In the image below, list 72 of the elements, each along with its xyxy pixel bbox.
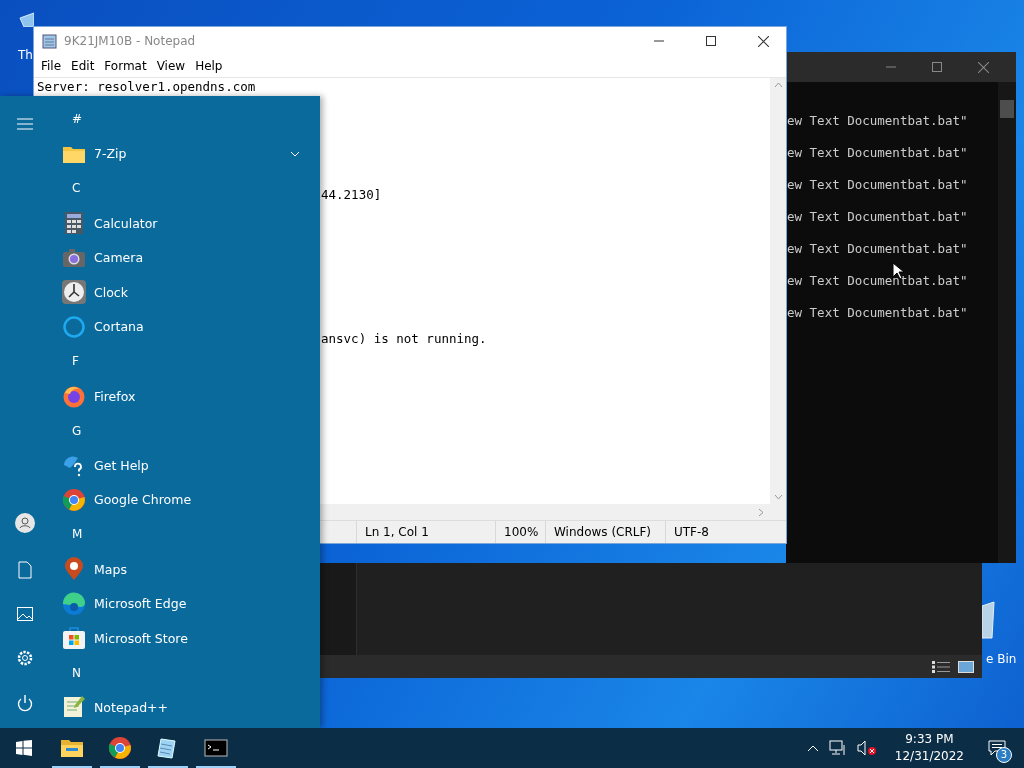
terminal-icon: [204, 736, 228, 760]
menu-item[interactable]: Format: [99, 57, 152, 75]
group-letter[interactable]: N: [72, 665, 81, 680]
console-line: ew Text Documentbat.bat": [787, 273, 968, 289]
app-list-item[interactable]: Cortana: [62, 309, 304, 345]
large-icons-view-icon[interactable]: [958, 660, 974, 673]
app-list-item[interactable]: Maps: [62, 551, 304, 587]
app-list-item[interactable]: Google Chrome: [62, 482, 304, 518]
close-icon: [977, 61, 989, 73]
store-bag-icon: [62, 626, 86, 651]
power-icon[interactable]: [17, 695, 33, 712]
app-list-item[interactable]: Camera: [62, 240, 304, 275]
desktop-icon-label[interactable]: e Bin: [986, 652, 1017, 666]
notification-count: 3: [995, 747, 1012, 763]
console-line: ew Text Documentbat.bat": [787, 113, 968, 129]
console-line: ew Text Documentbat.bat": [787, 209, 968, 225]
app-list-item[interactable]: 7-Zip: [62, 136, 304, 172]
group-letter[interactable]: F: [72, 354, 79, 369]
app-list-item[interactable]: Microsoft Store: [62, 620, 304, 656]
status-text: 100%: [495, 521, 545, 543]
group-letter[interactable]: G: [72, 423, 82, 438]
group-letter[interactable]: M: [72, 527, 83, 542]
details-view-icon[interactable]: [932, 660, 950, 673]
app-list-item[interactable]: Get Help: [62, 447, 304, 483]
notepad-icon: [62, 695, 86, 720]
clock-time[interactable]: 9:33 PM: [905, 731, 954, 748]
edge-icon: [62, 591, 86, 616]
user-icon[interactable]: [15, 513, 35, 533]
windows-logo-icon: [16, 740, 32, 756]
maximize-icon: [706, 36, 716, 46]
app-list-item[interactable]: Firefox: [62, 378, 304, 414]
calculator-icon: [62, 211, 86, 236]
status-text: Ln 1, Col 1: [356, 521, 495, 543]
menu-icon[interactable]: [17, 118, 33, 130]
message-icon: [988, 740, 1006, 756]
console-line: ew Text Documentbat.bat": [787, 177, 968, 193]
pictures-icon[interactable]: [17, 607, 33, 621]
menu-item[interactable]: Help: [190, 57, 228, 75]
desktop-icon-label[interactable]: Th: [18, 48, 33, 62]
maximize-icon: [932, 62, 942, 72]
group-letter[interactable]: #: [72, 112, 83, 127]
menu-item[interactable]: Edit: [66, 57, 100, 75]
network-icon[interactable]: [828, 740, 847, 756]
app-list-item[interactable]: Microsoft Edge: [62, 586, 304, 621]
ring-icon: [62, 314, 86, 339]
clock-icon: [62, 280, 86, 305]
firefox-icon: [62, 384, 86, 409]
console-line: ew Text Documentbat.bat": [787, 305, 968, 321]
group-letter[interactable]: C: [72, 181, 81, 196]
chrome-icon: [62, 487, 86, 512]
status-text: UTF-8: [665, 521, 786, 543]
notifications-button[interactable]: 3: [982, 733, 1012, 763]
document-icon[interactable]: [18, 561, 32, 579]
settings-icon[interactable]: [16, 649, 34, 667]
chevron-up-icon[interactable]: [806, 744, 819, 752]
status-text: Windows (CRLF): [545, 521, 665, 543]
map-pin-icon: [62, 557, 86, 581]
chrome-icon: [108, 736, 132, 760]
notepad-icon: [42, 33, 58, 49]
console-line: ew Text Documentbat.bat": [787, 241, 968, 257]
window-title: 9K21JM10B - Notepad: [64, 34, 197, 48]
app-list-item[interactable]: Clock: [62, 274, 304, 310]
close-icon: [757, 35, 769, 47]
chevron-down-icon[interactable]: [290, 150, 300, 157]
console-line: ew Text Documentbat.bat": [787, 145, 968, 161]
menu-item[interactable]: View: [151, 57, 191, 75]
app-list-item[interactable]: Notepad++: [62, 690, 304, 725]
menu-item[interactable]: File: [36, 57, 67, 75]
volume-muted-icon[interactable]: [856, 740, 877, 756]
app-list-item[interactable]: Calculator: [62, 205, 304, 241]
clock-date[interactable]: 12/31/2022: [894, 748, 964, 765]
scrollbar[interactable]: [998, 82, 1016, 563]
